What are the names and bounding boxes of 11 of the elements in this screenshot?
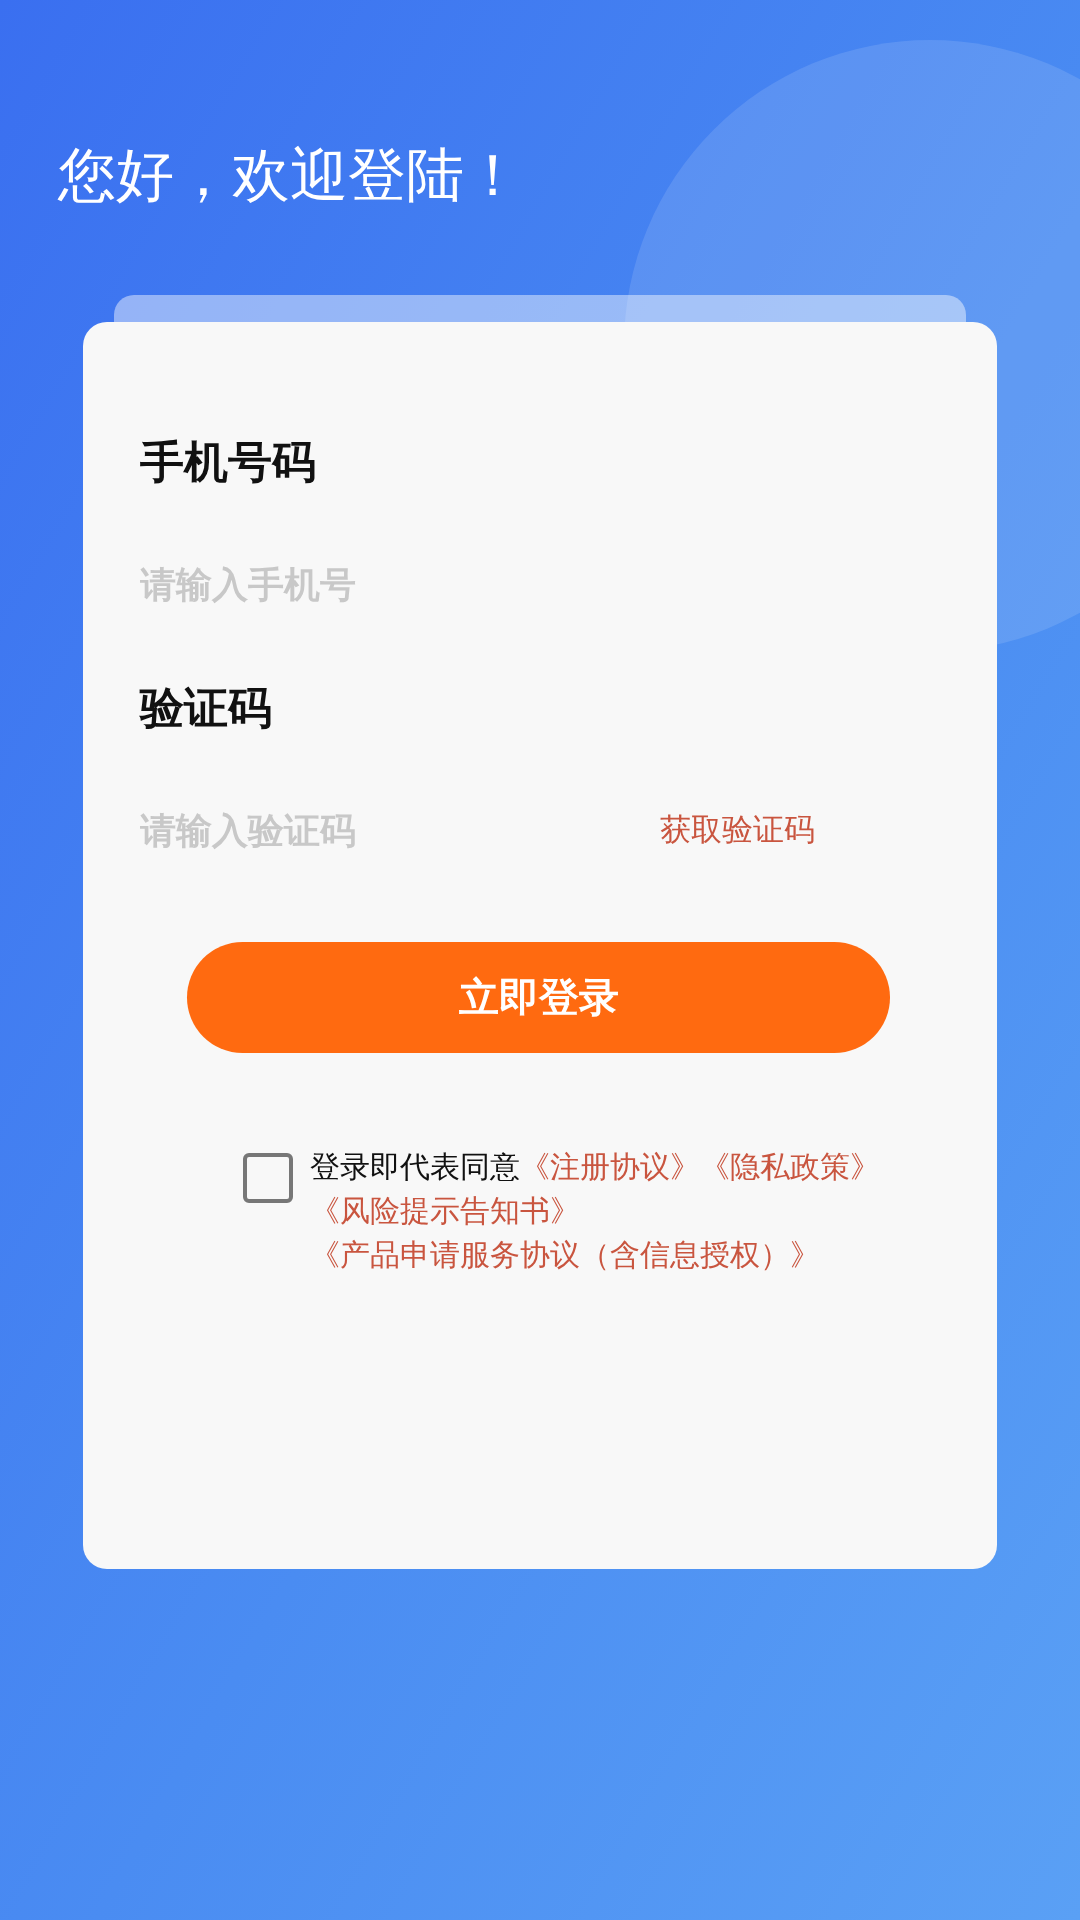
field-label: 验证码 xyxy=(140,681,273,735)
agreement-link[interactable]: 《隐私政策》 xyxy=(700,1149,880,1184)
login-button[interactable]: 立即登录 xyxy=(187,942,890,1053)
agreement-link[interactable]: 《风险提示告知书》 xyxy=(310,1193,580,1228)
agreement-text: 登录即代表同意《注册协议》《隐私政策》 《风险提示告知书》 《产品申请服务协议（含信息授权）》 xyxy=(310,1148,881,1274)
get-code-link[interactable]: 获取验证码 xyxy=(660,809,815,851)
agreement-link[interactable]: 《产品申请服务协议（含信息授权）》 xyxy=(310,1237,820,1272)
field-label: 手机号码 xyxy=(140,435,317,489)
agreement-link[interactable]: 《注册协议》 xyxy=(520,1149,700,1184)
agreement-checkbox[interactable] xyxy=(243,1153,293,1203)
greeting-title: 您好，欢迎登陆！ xyxy=(58,140,523,211)
